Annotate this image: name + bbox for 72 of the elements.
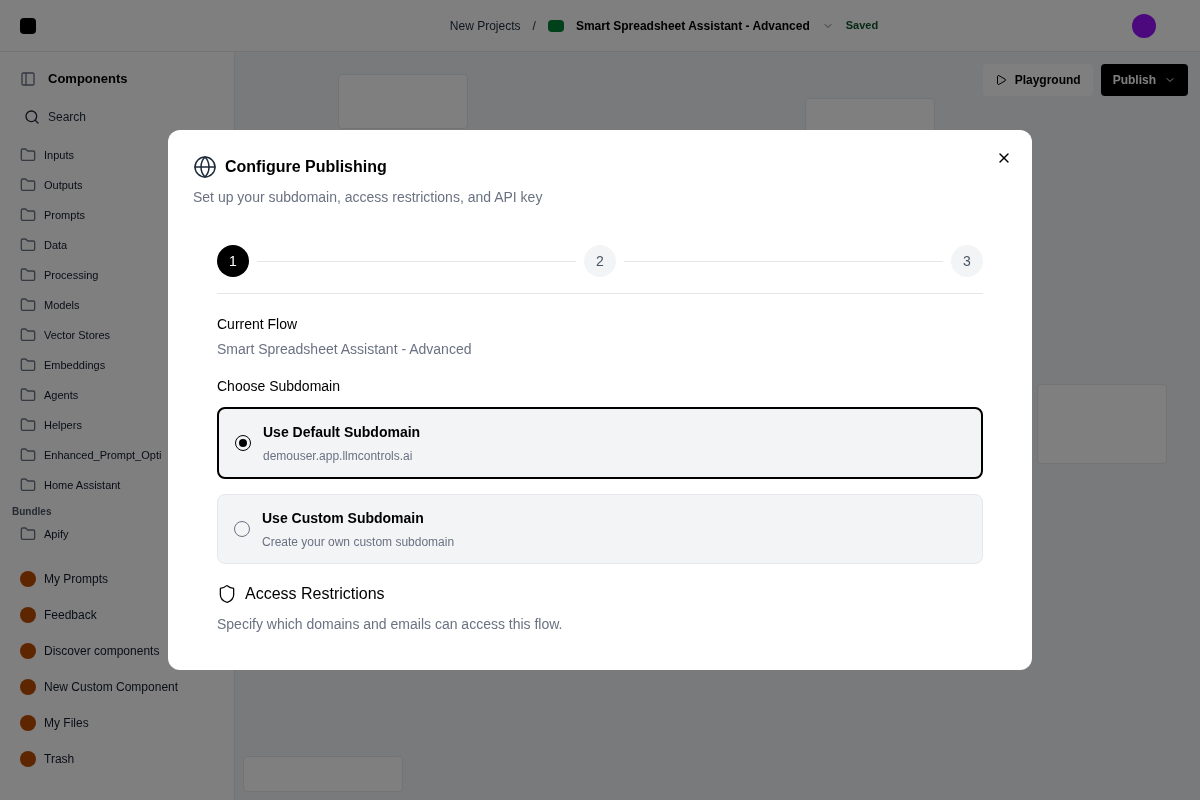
item-icon: [20, 715, 36, 731]
sidebar-item[interactable]: My Prompts: [44, 570, 108, 588]
folder-icon: [20, 237, 36, 253]
step-indicator: 1: [217, 245, 249, 277]
sidebar-item[interactable]: Data: [44, 236, 68, 254]
field-label: Current Flow: [217, 315, 299, 334]
field-label: Choose Subdomain: [217, 377, 341, 396]
option-title: Use Default Subdomain: [263, 422, 421, 442]
folder-icon: [20, 207, 36, 223]
item-icon: [20, 679, 36, 695]
sidebar-item[interactable]: Home Assistant: [44, 476, 121, 494]
sidebar-item[interactable]: Outputs: [44, 176, 83, 194]
sidebar-item[interactable]: Processing: [44, 266, 99, 284]
search-field[interactable]: Search: [16, 102, 218, 132]
globe-icon: [193, 155, 217, 179]
canvas-node[interactable]: [338, 74, 468, 129]
folder-icon: [20, 417, 36, 433]
sidebar-item[interactable]: Models: [44, 296, 80, 314]
flow-icon: [547, 19, 564, 32]
section-description: Specify which domains and emails can access this flow.: [217, 615, 564, 634]
sidebar-item[interactable]: Inputs: [44, 146, 74, 164]
folder-icon: [20, 327, 36, 343]
item-icon: [20, 751, 36, 767]
folder-icon: [20, 477, 36, 493]
flow-name: Smart Spreadsheet Assistant - Advanced: [575, 17, 810, 35]
option-description: demouser.app.llmcontrols.ai: [263, 447, 414, 465]
subdomain-option[interactable]: Use Default Subdomain demouser.app.llmcontrols.ai: [217, 407, 983, 479]
sidebar-item[interactable]: Helpers: [44, 416, 82, 434]
sidebar-item[interactable]: Trash: [44, 750, 75, 768]
sidebar-item[interactable]: Enhanced_Prompt_Opti: [44, 446, 162, 464]
logo-icon: [20, 17, 36, 34]
sidebar-item[interactable]: Feedback: [44, 606, 97, 624]
panel-icon[interactable]: [20, 71, 36, 87]
shield-icon: [217, 584, 237, 604]
sidebar-item[interactable]: Embeddings: [44, 356, 106, 374]
folder-icon: [20, 387, 36, 403]
step-indicator: 2: [584, 245, 616, 277]
option-title: Use Custom Subdomain: [262, 508, 425, 528]
item-icon: [20, 643, 36, 659]
dialog-title: Configure Publishing: [225, 157, 387, 177]
breadcrumb-link[interactable]: New Projects: [449, 16, 521, 35]
sidebar-item[interactable]: Discover components: [44, 642, 160, 660]
avatar-icon[interactable]: [1132, 13, 1156, 38]
folder-icon: [20, 526, 36, 542]
folder-icon: [20, 177, 36, 193]
section-heading: Access Restrictions: [245, 584, 385, 604]
dialog-subtitle: Set up your subdomain, access restrictions, and API key: [193, 188, 544, 207]
folder-icon: [20, 357, 36, 373]
folder-icon: [20, 297, 36, 313]
folder-icon: [20, 147, 36, 163]
sidebar-title: Components: [48, 70, 129, 89]
item-icon: [20, 571, 36, 587]
subdomain-option[interactable]: Use Custom Subdomain Create your own custom subdomain: [217, 494, 983, 564]
sidebar-item[interactable]: Prompts: [44, 206, 85, 224]
sidebar-item[interactable]: Agents: [44, 386, 79, 404]
search-icon: [24, 109, 40, 125]
sidebar-item[interactable]: Vector Stores: [44, 326, 111, 344]
folder-icon: [20, 447, 36, 463]
play-icon: [994, 74, 1007, 86]
section-title: Bundles: [11, 505, 53, 519]
publish-button[interactable]: Publish: [1100, 64, 1188, 96]
sidebar-item[interactable]: Apify: [44, 525, 69, 543]
folder-icon: [20, 267, 36, 283]
save-status: Saved: [845, 18, 879, 34]
step-indicator: 3: [951, 245, 983, 277]
item-icon: [20, 607, 36, 623]
breadcrumb-separator: /: [532, 17, 536, 35]
sidebar-item[interactable]: New Custom Component: [44, 678, 179, 696]
option-description: Create your own custom subdomain: [262, 533, 455, 551]
current-flow-name: Smart Spreadsheet Assistant - Advanced: [217, 340, 473, 359]
sidebar-item[interactable]: My Files: [44, 714, 89, 732]
playground-button[interactable]: Playground: [982, 64, 1093, 96]
